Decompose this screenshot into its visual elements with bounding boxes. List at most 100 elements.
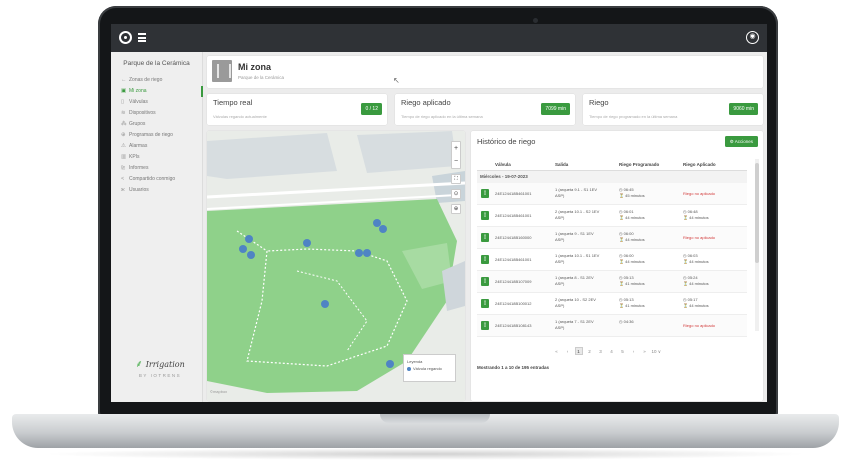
valve-icon: ▯ [481, 189, 489, 198]
brand-logo: ⸙ Irrigation BY IOTRENS [125, 356, 195, 378]
sidebar-item-programas-de-riego[interactable]: ⊕ Programas de riego [111, 130, 202, 141]
valve-pin[interactable] [247, 251, 255, 259]
pagination-item[interactable]: 1 [574, 347, 583, 355]
output-cell: 1 (arqueta 10.1 - S1 1EV ASP) [555, 253, 605, 265]
map-credit[interactable]: ©mapbox [210, 389, 227, 394]
valve-id: 24E124418B160000 [495, 235, 532, 240]
column-header-output[interactable]: Salida [555, 162, 568, 167]
fullscreen-icon[interactable]: ⛶ [451, 174, 461, 184]
zone-image-icon [212, 60, 232, 82]
sidebar-item-label: Alarmas [129, 143, 148, 149]
column-header-programmed[interactable]: Riego Programado [619, 162, 659, 167]
valve-pin[interactable] [373, 219, 381, 227]
programmed-cell: ◷ 06:01 ⏳ 44 minutos [619, 209, 669, 221]
sidebar-item-grupos[interactable]: ⁂ Grupos [111, 119, 202, 130]
pagination-item[interactable]: ‹ [564, 348, 572, 356]
sidebar-item-usuarios[interactable]: ж Usuarios [111, 185, 202, 196]
table-row[interactable]: ▯ 24E124418B461001 1 (arqueta 10.1 - S1 1E… [477, 249, 747, 271]
alarm-icon: ⚠ [121, 143, 126, 149]
sidebar-item-zonas-de-riego[interactable]: ← Zonas de riego [111, 75, 202, 86]
programmed-duration: ⏳ 41 minutos [619, 303, 645, 308]
pagination-item[interactable]: 3 [597, 348, 605, 356]
output-line: ASP) [555, 237, 565, 242]
user-account-icon[interactable]: ◉ [746, 31, 759, 44]
sidebar-item-compartido-conmigo[interactable]: < Compartido conmigo [111, 174, 202, 185]
share-icon: < [121, 176, 125, 182]
zone-header: Mi zona Parque de la Cerámica ↖ [207, 56, 763, 88]
hamburger-menu-icon[interactable] [138, 33, 146, 42]
valve-pin[interactable] [245, 235, 253, 243]
city-block [357, 131, 457, 173]
output-line: ASP) [555, 259, 565, 264]
applied-cell: ◷ 06:03 ⏳ 44 minutos [683, 253, 739, 265]
sidebar-item-label: Informes [129, 165, 149, 171]
valve-pin[interactable] [321, 300, 329, 308]
programmed-cell: ◷ 06:45 ⏳ 45 minutos [619, 187, 669, 199]
legend-item: Válvula regando [407, 365, 452, 372]
valve-id: 24E124418B461001 [495, 213, 532, 218]
entries-info: Mostrando 1 a 10 de 195 entradas [477, 365, 550, 370]
laptop-mockup: ◉ Parque de la Cerámica ← Zonas de riego ▣… [0, 0, 851, 473]
sidebar-item-informes[interactable]: ⊵ Informes [111, 163, 202, 174]
programmed-cell: ◷ 05:13 ⏳ 41 minutos [619, 297, 669, 309]
map-panel: + − ⛶ ⊙ ⊕ Leyenda Válvula regando ©mapbo… [207, 131, 465, 401]
stat-card-applied: Riego aplicado Tiempo de riego aplicado … [395, 94, 575, 125]
valve-pin[interactable] [355, 249, 363, 257]
column-header-applied[interactable]: Riego Aplicado [683, 162, 716, 167]
valve-dot-icon [407, 366, 411, 371]
output-line: ASP) [555, 193, 565, 198]
sidebar-item-kpis[interactable]: ▥ KPIs [111, 152, 202, 163]
pagination-item[interactable]: 4 [608, 348, 616, 356]
pagination-item[interactable]: » [641, 348, 649, 356]
city-block [207, 133, 337, 179]
table-row[interactable]: ▯ 24E124418B107009 1 (arqueta 8 - S1 2EV AS… [477, 271, 747, 293]
table-row[interactable]: ▯ 24E124418B160000 1 (arqueta 9 - S1 1EV AS… [477, 227, 747, 249]
programmed-duration: ⏳ 45 minutos [619, 193, 645, 198]
stat-title: Riego [589, 98, 609, 107]
brand-name: Irrigation [145, 360, 185, 369]
laptop-shadow [40, 448, 810, 460]
output-cell: 1 (arqueta 9 - S1 1EV ASP) [555, 231, 605, 243]
sidebar-item-alarmas[interactable]: ⚠ Alarmas [111, 141, 202, 152]
pagination-item[interactable]: 2 [586, 348, 594, 356]
app-logo-icon[interactable] [119, 31, 132, 44]
pagination-item[interactable]: « [553, 348, 561, 356]
valve-id: 24E124418B461001 [495, 257, 532, 262]
locate-icon[interactable]: ⊙ [451, 189, 461, 199]
table-row[interactable]: ▯ 24E124418B461001 2 (arqueta 10.1 - S2 1E… [477, 205, 747, 227]
stat-title: Riego aplicado [401, 98, 451, 107]
sidebar-item-label: Válvulas [129, 99, 148, 105]
valve-pin[interactable] [379, 225, 387, 233]
output-cell: 1 (arqueta 7 - S1 2EV ASP) [555, 319, 605, 331]
table-row[interactable]: ▯ 24E124418B461001 1 (arqueta 9.1 - S1 1EV… [477, 183, 747, 205]
zoom-in-button[interactable]: + [452, 142, 460, 155]
valve-icon: ▯ [481, 233, 489, 242]
pagination-item[interactable]: 5 [619, 348, 627, 356]
table-row[interactable]: ▯ 24E124418B100012 2 (arqueta 10 - S2 2EV A… [477, 293, 747, 315]
pagination-item[interactable]: 10 ∨ [652, 348, 662, 356]
wifi-icon: ≋ [121, 110, 126, 116]
zone-title: Mi zona [238, 62, 271, 72]
kpi-icon: ▥ [121, 154, 127, 160]
pagination-item[interactable]: › [630, 348, 638, 356]
valve-pin[interactable] [363, 249, 371, 257]
output-cell: 1 (arqueta 8 - S1 2EV ASP) [555, 275, 605, 287]
applied-duration: ⏳ 44 minutos [683, 215, 709, 220]
column-header-valve[interactable]: Válvula [495, 162, 511, 167]
valve-pin[interactable] [239, 245, 247, 253]
valve-pin[interactable] [303, 239, 311, 247]
sidebar-item-dispositivos[interactable]: ≋ Dispositivos [111, 108, 202, 119]
valve-icon: ▯ [481, 277, 489, 286]
sidebar-item-label: Compartido conmigo [129, 176, 176, 182]
valve-icon: ▯ [481, 299, 489, 308]
zoom-out-button[interactable]: − [452, 155, 460, 168]
valve-pin[interactable] [386, 360, 394, 368]
sidebar-item-mi-zona[interactable]: ▣ Mi zona [111, 86, 203, 97]
valve-id: 24E124418B100012 [495, 301, 532, 306]
table-row[interactable]: ▯ 24E124418B108143 1 (arqueta 7 - S1 2EV AS… [477, 315, 747, 337]
actions-button[interactable]: ⚙ Acciones [724, 136, 758, 147]
layers-icon[interactable]: ⊕ [451, 204, 461, 214]
sidebar-item-válvulas[interactable]: ▯ Válvulas [111, 97, 202, 108]
stat-title: Tiempo real [213, 98, 253, 107]
table-scrollbar[interactable] [755, 159, 759, 331]
